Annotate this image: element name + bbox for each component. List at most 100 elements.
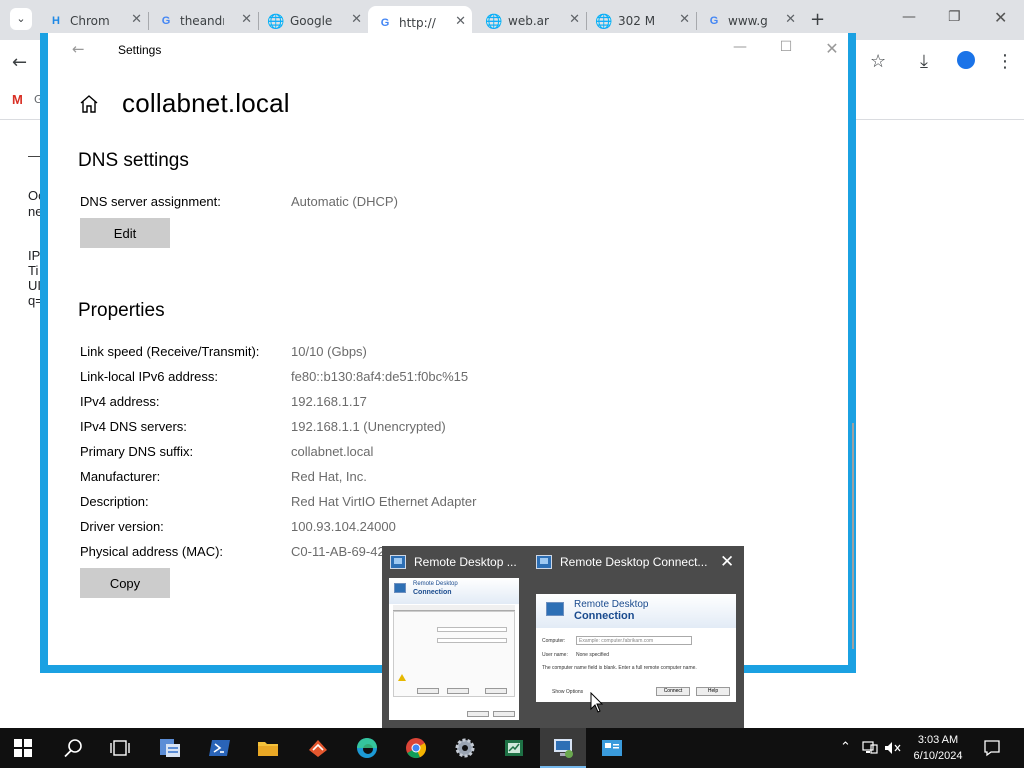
close-icon[interactable]: ✕	[569, 12, 580, 27]
google-icon: G	[709, 15, 719, 27]
preview-item-2[interactable]: Remote Desktop Connect...	[536, 552, 707, 572]
home-icon[interactable]	[78, 93, 100, 115]
tab-5[interactable]: 🌐 web.ar ✕	[485, 8, 586, 34]
spreadsheet-icon[interactable]	[502, 736, 526, 760]
property-label: Link-local IPv6 address:	[80, 369, 219, 384]
tab-divider	[258, 12, 259, 30]
gmail-icon[interactable]: M	[12, 92, 23, 107]
thumb-header-line2: Connection	[574, 610, 635, 622]
close-icon[interactable]: ✕	[241, 12, 252, 27]
globe-icon: 🌐	[485, 12, 503, 29]
back-arrow-icon[interactable]: ←	[12, 52, 27, 73]
tab-2[interactable]: G theandr ✕	[158, 8, 258, 34]
thumb-header-line1: Remote Desktop	[413, 581, 458, 587]
clock-time: 3:03 AM	[917, 734, 959, 746]
thumb-header-line2: Connection	[413, 589, 452, 596]
thumb-button	[467, 711, 489, 717]
connect-button: Connect	[656, 687, 690, 696]
thumb-panel	[393, 611, 515, 697]
tab-search-icon[interactable]: ⌄	[10, 8, 32, 30]
edge-browser-icon[interactable]	[355, 736, 379, 760]
preview-title: Remote Desktop ...	[414, 555, 517, 569]
new-tab-icon[interactable]: +	[810, 9, 825, 30]
remote-desktop-icon	[554, 739, 573, 758]
property-value: 192.168.1.17	[291, 394, 367, 409]
thumb-field	[437, 627, 507, 632]
preview-title: Remote Desktop Connect...	[560, 555, 708, 569]
thumb-header: Remote Desktop Connection	[389, 578, 519, 604]
search-icon[interactable]	[62, 736, 86, 760]
tab-6[interactable]: 🌐 302 M ✕	[595, 8, 696, 34]
preview-thumbnail-1[interactable]: Remote Desktop Connection	[389, 578, 519, 720]
windows-start-icon[interactable]	[14, 739, 32, 757]
close-icon[interactable]: ✕	[351, 12, 362, 27]
monitor-icon	[394, 583, 406, 593]
file-explorer-icon[interactable]	[256, 736, 280, 760]
tab-1[interactable]: H Chrom ✕	[48, 8, 148, 34]
property-value: collabnet.local	[291, 444, 374, 459]
thumb-button	[493, 711, 515, 717]
back-arrow-icon[interactable]: ←	[72, 40, 85, 58]
window-title: Settings	[118, 43, 162, 57]
remote-desktop-taskbar-item[interactable]	[540, 728, 586, 768]
preview-thumbnail-2[interactable]: Remote Desktop Connection Computer: Exam…	[536, 594, 736, 702]
taskbar-thumbnail-preview: Remote Desktop ... Remote Desktop Connec…	[382, 546, 744, 728]
tab-7[interactable]: G www.g ✕	[706, 8, 802, 34]
username-label: User name:	[542, 652, 568, 658]
remote-desktop-icon	[390, 555, 406, 569]
property-label: Description:	[80, 494, 149, 509]
edit-button[interactable]: Edit	[80, 218, 170, 248]
property-value: fe80::b130:8af4:de51:f0bc%15	[291, 369, 469, 384]
monitor-icon	[546, 602, 564, 616]
close-icon[interactable]: ✕	[785, 12, 796, 27]
property-label: IPv4 address:	[80, 394, 160, 409]
minimize-icon[interactable]: —	[720, 39, 760, 55]
tab-3[interactable]: 🌐 Google ✕	[267, 8, 368, 34]
property-value: 100.93.104.24000	[291, 519, 396, 534]
powershell-icon[interactable]	[208, 736, 232, 760]
google-icon: G	[161, 15, 171, 27]
close-icon[interactable]: ✕	[131, 12, 142, 27]
blank-name-message: The computer name field is blank. Enter …	[542, 665, 697, 671]
tab-divider	[586, 12, 587, 30]
thumb-button	[447, 688, 469, 694]
menu-kebab-icon[interactable]: ⋮	[996, 51, 1014, 72]
restore-icon[interactable]: ❐	[948, 9, 961, 25]
minimize-icon[interactable]: —	[902, 9, 916, 25]
page-title: collabnet.local	[122, 88, 290, 118]
dns-assignment-label: DNS server assignment:	[80, 194, 221, 209]
close-window-icon[interactable]: ✕	[994, 8, 1007, 27]
property-value: Red Hat VirtIO Ethernet Adapter	[291, 494, 477, 509]
chevron-up-icon[interactable]: ⌃	[840, 740, 851, 755]
task-view-icon[interactable]	[108, 736, 132, 760]
chrome-browser-icon[interactable]	[404, 736, 428, 760]
property-label: Physical address (MAC):	[80, 544, 224, 559]
close-icon[interactable]: ✕	[455, 14, 466, 29]
close-icon[interactable]: ✕	[679, 12, 690, 27]
help-button: Help	[696, 687, 730, 696]
control-panel-icon[interactable]	[600, 736, 624, 760]
profile-icon[interactable]	[957, 51, 975, 69]
property-label: Link speed (Receive/Transmit):	[80, 344, 260, 359]
settings-gear-icon[interactable]	[453, 736, 477, 760]
network-icon[interactable]	[862, 741, 878, 755]
globe-icon: 🌐	[267, 12, 285, 29]
preview-item-1[interactable]: Remote Desktop ...	[390, 552, 517, 572]
clock[interactable]: 3:03 AM 6/10/2024	[900, 732, 976, 764]
close-icon[interactable]: ✕	[812, 39, 852, 58]
close-icon[interactable]: ✕	[720, 552, 734, 572]
property-label: Primary DNS suffix:	[80, 444, 194, 459]
git-tool-icon[interactable]	[306, 736, 330, 760]
tab-title: web.ar	[508, 14, 549, 28]
copy-button[interactable]: Copy	[80, 568, 170, 598]
warning-icon	[398, 674, 406, 681]
scrollbar[interactable]	[852, 423, 854, 649]
browser-page-content: Oc ne IP Ti UI q=	[0, 121, 42, 681]
notification-icon[interactable]	[983, 739, 1001, 757]
maximize-icon[interactable]: ☐	[766, 39, 806, 55]
bookmark-star-icon[interactable]: ☆	[870, 51, 886, 72]
property-value: 10/10 (Gbps)	[291, 344, 367, 359]
taskbar: ⌃ 3:03 AM 6/10/2024	[0, 728, 1024, 768]
server-manager-icon[interactable]	[158, 736, 182, 760]
download-icon[interactable]: ⤓	[920, 51, 928, 72]
